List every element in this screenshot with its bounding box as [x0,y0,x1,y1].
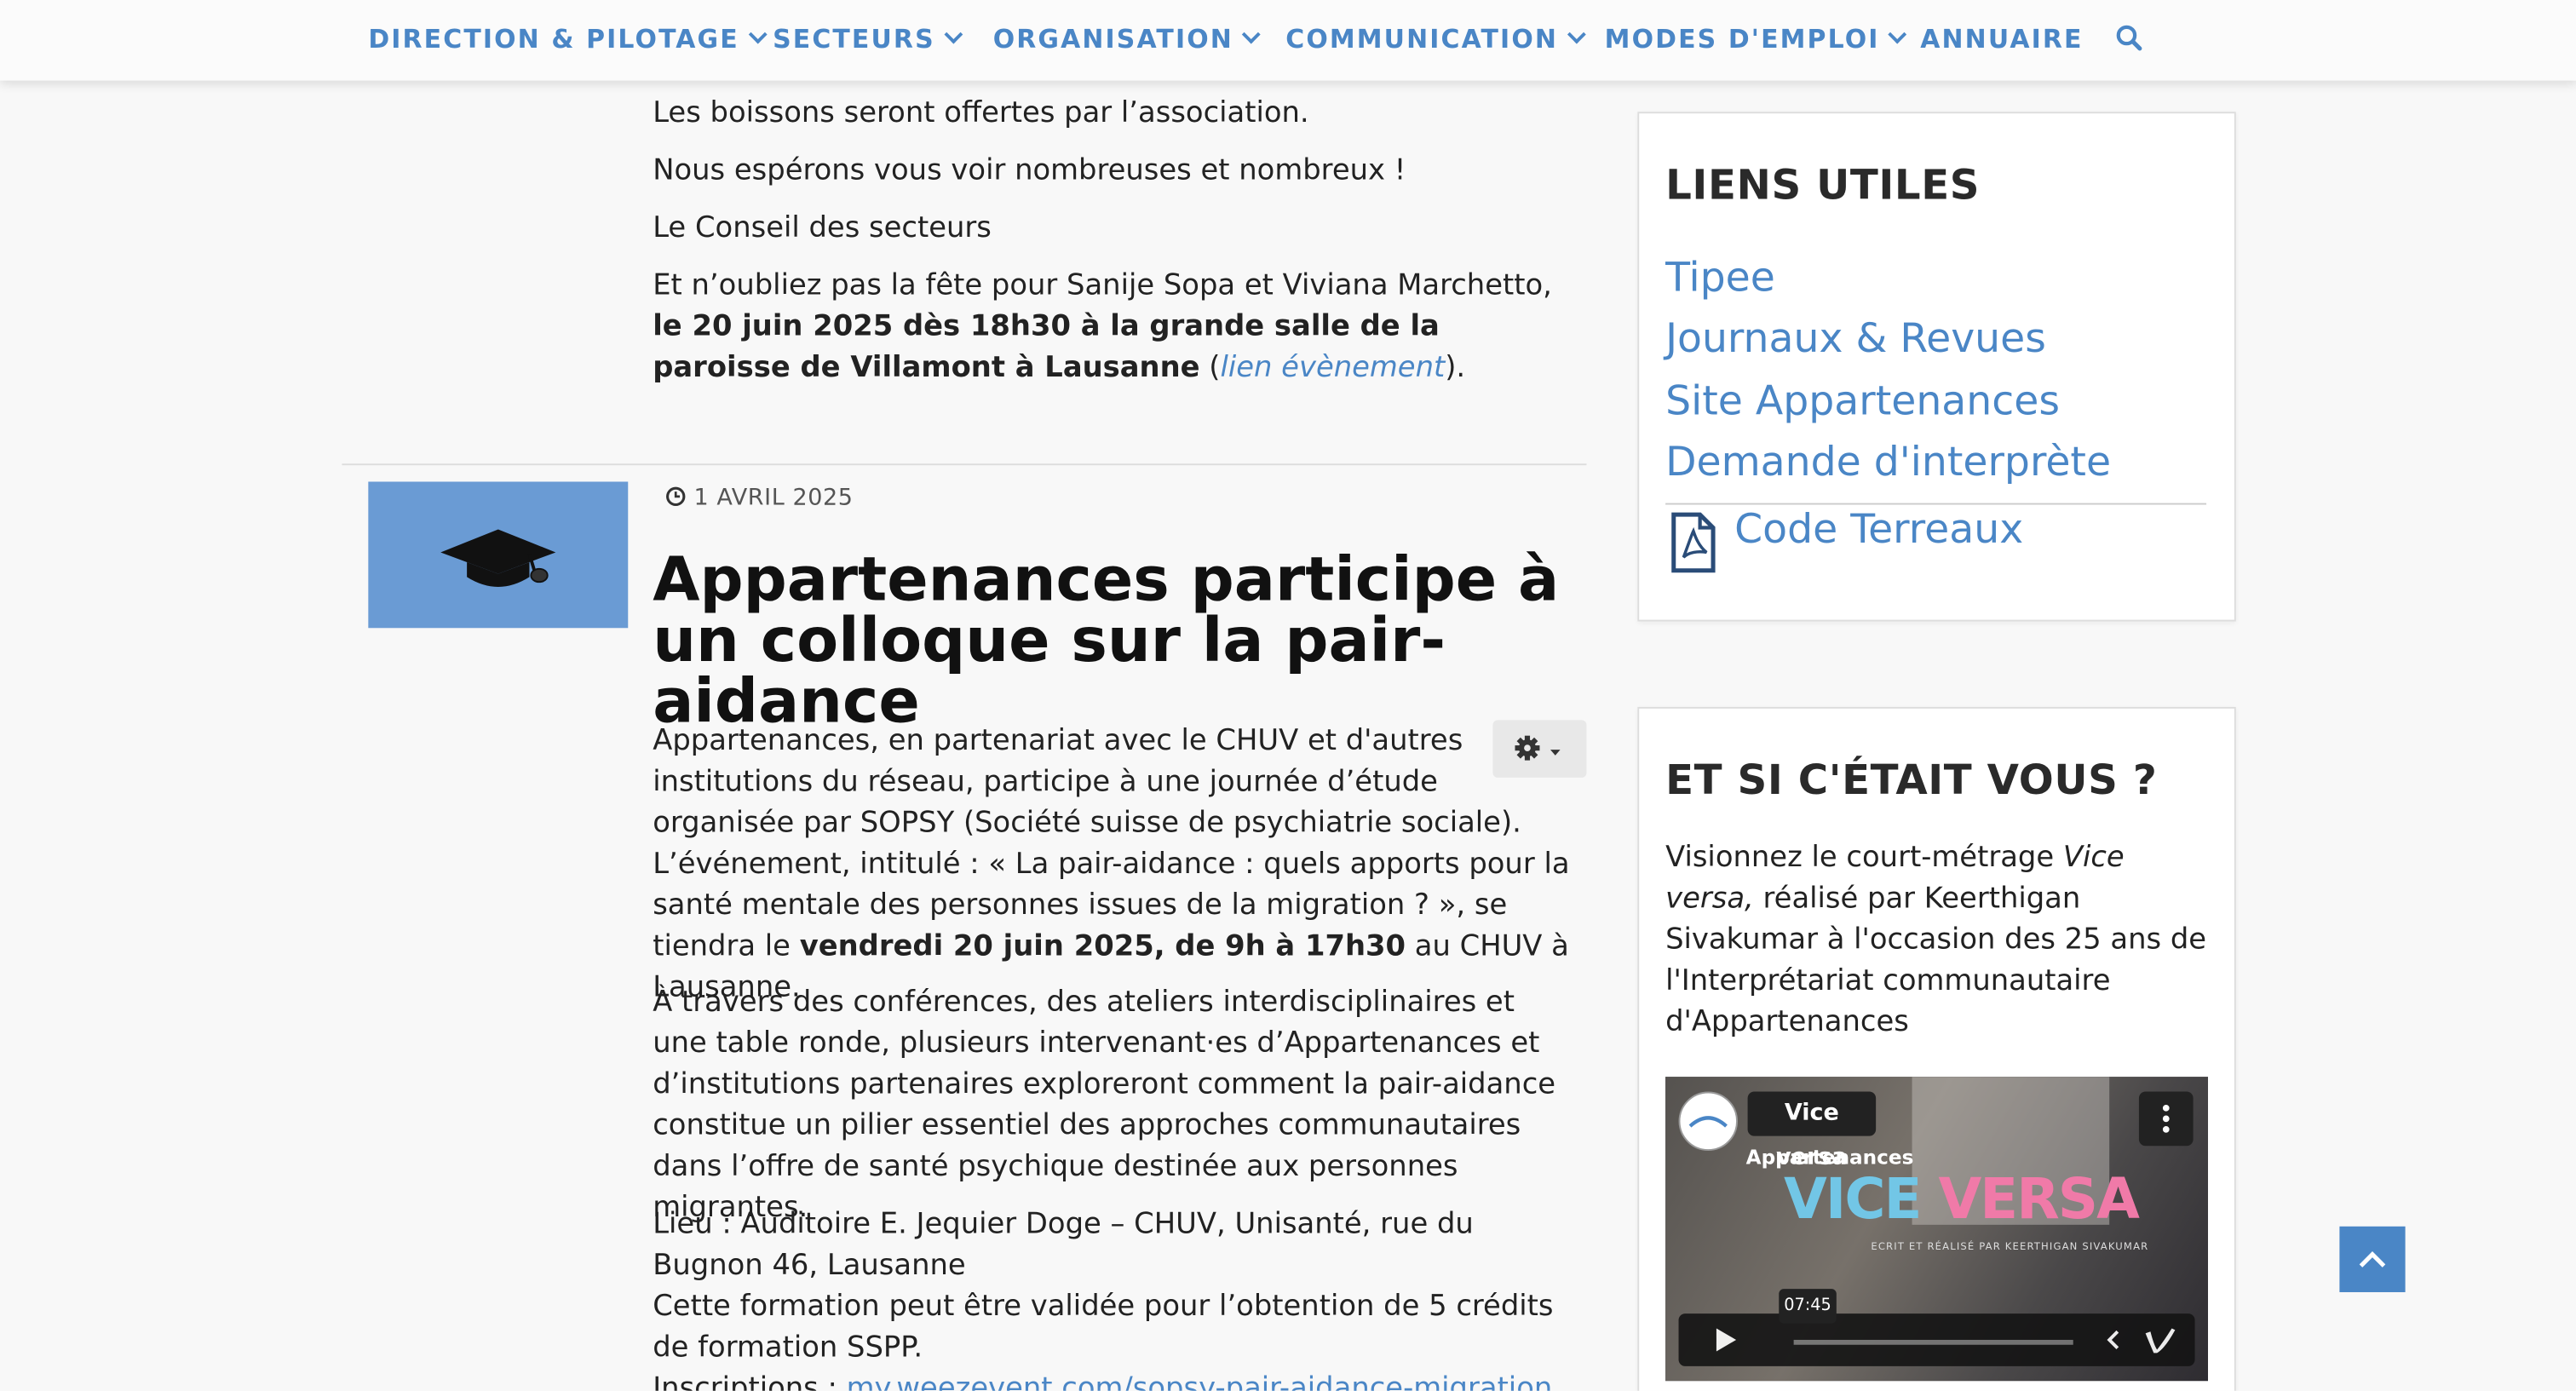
link-code-terreaux[interactable]: Code Terreaux [1734,505,2023,553]
article-title[interactable]: Appartenances participe à un colloque su… [653,549,1573,732]
link-tipee[interactable]: Tipee [1665,253,1775,301]
nav-secteurs[interactable]: SECTEURS [773,24,963,55]
bold-text: vendredi 20 juin 2025, de 9h à 17h30 [799,930,1406,963]
video-controls [1678,1313,2195,1366]
article-paragraph: Appartenances, en partenariat avec le CH… [653,721,1573,1009]
widget-title: LIENS UTILES [1665,161,1981,210]
video-credit: ECRIT ET RÉALISÉ PAR KEERTHIGAN SIVAKUMA… [1871,1241,2149,1253]
text: ). [1445,352,1466,385]
clock-icon [666,486,686,507]
event-link[interactable]: lien évènement [1220,352,1445,385]
text: Inscriptions : [653,1372,847,1391]
et-si-cetait-vous-widget: ET SI C'ÉTAIT VOUS ? Visionnez le court-… [1637,706,2236,1391]
graduation-cap-icon [440,529,556,588]
widget-text: Visionnez le court-métrage Vice versa, r… [1665,838,2208,1043]
article-paragraph: Les boissons seront offertes par l’assoc… [653,96,1309,130]
nav-annuaire[interactable]: ANNUAIRE [1920,25,2083,55]
nav-organisation[interactable]: ORGANISATION [992,24,1262,55]
chevron-down-icon [1242,25,1262,44]
article-paragraph: Lieu : Auditoire E. Jequier Doge – CHUV,… [653,1205,1573,1391]
search-icon[interactable] [2116,25,2142,51]
nav-label: DIRECTION & PILOTAGE [368,24,739,55]
pdf-file-icon [1671,512,1716,573]
article-date: 1 AVRIL 2025 [666,485,854,511]
chevron-down-icon [944,25,963,44]
chevron-up-icon [2359,1251,2386,1267]
chevron-left-icon[interactable] [2102,1328,2125,1351]
appartenances-logo-icon [1688,1116,1728,1128]
nav-label: ANNUAIRE [1920,24,2084,55]
nav-label: MODES D'EMPLOI [1604,24,1880,55]
more-vertical-icon [2162,1104,2170,1133]
chevron-down-icon [1567,25,1586,44]
article-paragraph: Et n’oubliez pas la fête pour Sanije Sop… [653,267,1586,390]
article-thumbnail[interactable] [368,481,629,629]
article-paragraph: Nous espérons vous voir nombreuses et no… [653,154,1406,188]
inscription-link[interactable]: my.weezevent.com/sopsy-pair-aidance-migr… [847,1373,1553,1391]
scroll-to-top-button[interactable] [2339,1226,2406,1292]
video-progress-track[interactable] [1793,1339,2073,1345]
liens-utiles-widget: LIENS UTILES Tipee Journaux & Revues Sit… [1637,112,2236,622]
top-navigation: DIRECTION & PILOTAGE SECTEURS ORGANISATI… [0,0,2576,81]
widget-title: ET SI C'ÉTAIT VOUS ? [1665,756,2158,804]
video-poster-title: VICE VERSA [1784,1167,2140,1233]
date-text: 1 AVRIL 2025 [693,485,854,512]
text: Visionnez le court-métrage [1665,842,2063,875]
nav-label: COMMUNICATION [1285,24,1559,55]
chevron-down-icon [1888,25,1907,44]
channel-avatar[interactable] [1678,1091,1739,1151]
nav-label: ORGANISATION [992,24,1233,55]
play-icon[interactable] [1711,1327,1738,1354]
credits-text: Cette formation peut être validée pour l… [653,1290,1554,1365]
link-site-appartenances[interactable]: Site Appartenances [1665,376,2060,424]
text: Appartenances, en partenariat avec le CH… [653,725,1570,963]
link-journaux-revues[interactable]: Journaux & Revues [1665,314,2046,362]
nav-modes-emploi[interactable]: MODES D'EMPLOI [1604,24,1907,55]
video-player[interactable]: Vice versa Appartenances VICE VERSA ECRI… [1665,1077,2208,1382]
location-text: Lieu : Auditoire E. Jequier Doge – CHUV,… [653,1208,1474,1283]
text: ( [1199,352,1221,385]
vimeo-icon[interactable] [2144,1325,2177,1355]
poster-word: VICE [1784,1167,1939,1233]
chevron-down-icon [748,25,767,44]
nav-direction-pilotage[interactable]: DIRECTION & PILOTAGE [368,24,767,55]
link-demande-interprete[interactable]: Demande d'interprète [1665,437,2111,485]
video-title[interactable]: Vice versa [1747,1091,1877,1170]
inscriptions-line: Inscriptions : my.weezevent.com/sopsy-pa… [653,1370,1573,1391]
article-paragraph: À travers des conférences, des ateliers … [653,986,1556,1225]
text: Et n’oubliez pas la fête pour Sanije Sop… [653,269,1552,303]
article-divider [342,463,1587,466]
nav-communication[interactable]: COMMUNICATION [1285,24,1586,55]
video-menu-button[interactable] [2138,1091,2194,1147]
video-org-label: Appartenances [1745,1146,1914,1170]
nav-label: SECTEURS [773,24,935,55]
article-paragraph: Le Conseil des secteurs [653,211,992,245]
poster-word: VERSA [1938,1167,2139,1233]
video-duration: 07:45 [1779,1289,1837,1324]
